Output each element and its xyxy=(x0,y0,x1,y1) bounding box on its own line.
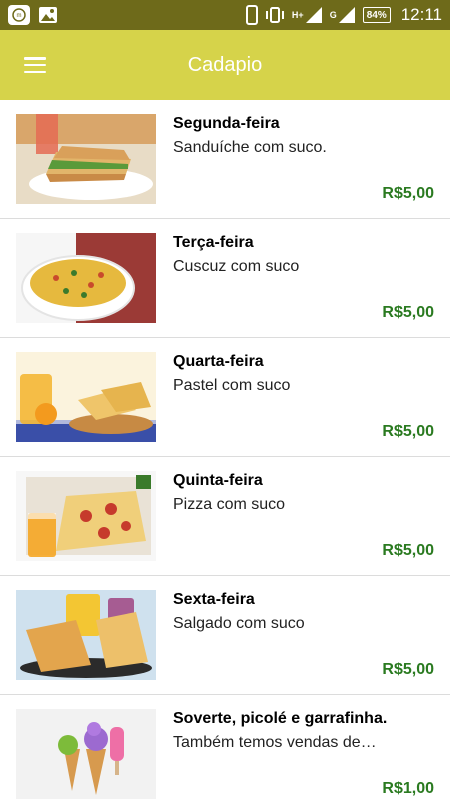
sandwich-image xyxy=(16,114,156,204)
salgado-image xyxy=(16,590,156,680)
app-bar: Cadapio xyxy=(0,30,450,100)
signal-icon-2: G xyxy=(330,6,357,24)
list-item[interactable]: Segunda-feira Sanduíche com suco. R$5,00 xyxy=(0,100,450,219)
network-type-label-2: G xyxy=(329,9,337,20)
item-description: Também temos vendas de… xyxy=(173,734,377,751)
clock: 12:11 xyxy=(400,5,442,24)
item-price: R$5,00 xyxy=(382,185,434,202)
status-bar-left: m xyxy=(8,5,58,25)
vibrate-icon xyxy=(264,6,286,24)
list-item[interactable]: Sexta-feira Salgado com suco R$5,00 xyxy=(0,576,450,695)
item-price: R$5,00 xyxy=(382,423,434,440)
item-title: Quarta-feira xyxy=(173,353,264,370)
item-price: R$5,00 xyxy=(382,304,434,321)
status-bar: m H+ G 84% 12:11 xyxy=(0,0,450,30)
gallery-icon xyxy=(38,6,58,24)
item-title: Quinta-feira xyxy=(173,472,263,489)
list-item[interactable]: Quarta-feira Pastel com suco R$5,00 xyxy=(0,338,450,457)
status-bar-right: H+ G 84% 12:11 xyxy=(245,5,442,25)
notification-app-icon: m xyxy=(8,5,30,25)
item-description: Sanduíche com suco. xyxy=(173,139,327,156)
battery-icon: 84% xyxy=(362,7,391,23)
ice-cream-image xyxy=(16,709,156,799)
item-description: Cuscuz com suco xyxy=(173,258,300,275)
item-title: Sexta-feira xyxy=(173,591,255,608)
pastel-image xyxy=(16,352,156,442)
battery-level: 84% xyxy=(366,9,387,21)
item-description: Pastel com suco xyxy=(173,377,291,394)
item-price: R$1,00 xyxy=(382,780,434,797)
network-type-label: H+ xyxy=(291,9,304,20)
hamburger-menu-icon xyxy=(24,57,46,73)
item-title: Segunda-feira xyxy=(173,115,280,132)
item-description: Pizza com suco xyxy=(173,496,286,513)
list-item[interactable]: Terça-feira Cuscuz com suco R$5,00 xyxy=(0,219,450,338)
list-item[interactable]: Soverte, picolé e garrafinha. Também tem… xyxy=(0,695,450,800)
signal-icon: H+ xyxy=(292,6,324,24)
item-title: Terça-feira xyxy=(173,234,254,251)
pizza-image xyxy=(16,471,156,561)
list-item[interactable]: Quinta-feira Pizza com suco R$5,00 xyxy=(0,457,450,576)
item-price: R$5,00 xyxy=(382,661,434,678)
cuscuz-image xyxy=(16,233,156,323)
svg-text:m: m xyxy=(17,13,22,19)
item-title: Soverte, picolé e garrafinha. xyxy=(173,710,388,727)
menu-list: Segunda-feira Sanduíche com suco. R$5,00… xyxy=(0,100,450,800)
item-description: Salgado com suco xyxy=(173,615,305,632)
phone-icon xyxy=(245,5,258,25)
menu-button[interactable] xyxy=(0,30,70,100)
item-price: R$5,00 xyxy=(382,542,434,559)
